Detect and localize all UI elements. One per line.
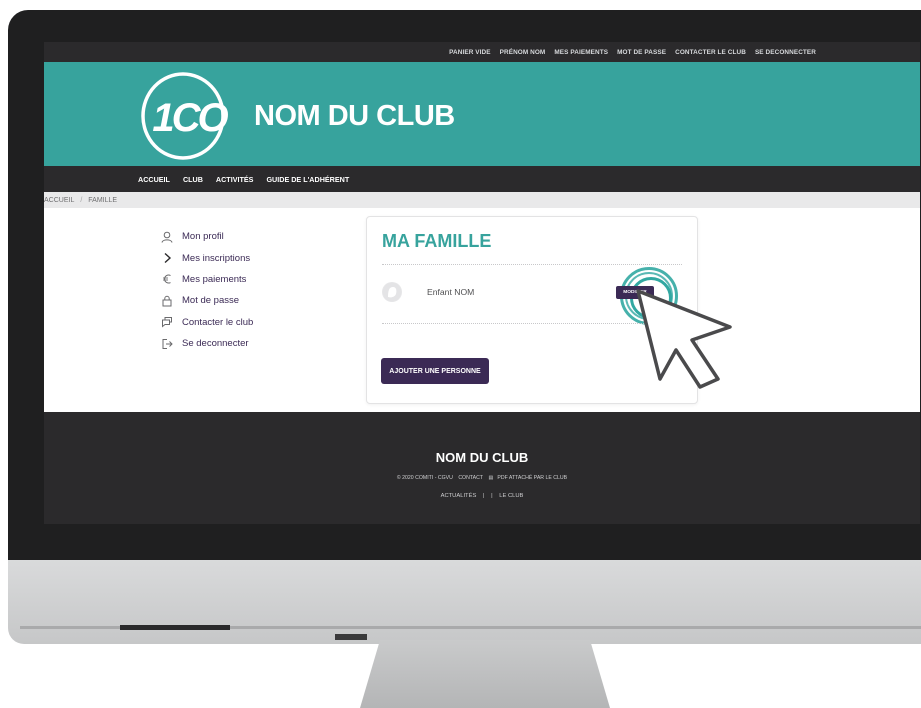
euro-icon [160,272,174,286]
mouse-cursor-icon [636,289,732,389]
topbar-link-cart[interactable]: PANIER VIDE [449,49,490,56]
user-icon [160,230,174,244]
breadcrumb-home[interactable]: ACCUEIL [44,197,74,204]
footer-divider: | [491,493,493,499]
main-nav: ACCUEIL CLUB ACTIVITÉS GUIDE DE L'ADHÉRE… [44,166,920,192]
menu-item-logout[interactable]: Se deconnecter [160,333,253,354]
topbar-link-contact[interactable]: CONTACTER LE CLUB [675,49,746,56]
menu-item-label: Mes inscriptions [182,252,251,264]
menu-item-contact[interactable]: Contacter le club [160,312,253,333]
menu-item-label: Mon profil [182,231,224,243]
chat-icon [160,315,174,329]
topbar-link-payments[interactable]: MES PAIEMENTS [554,49,608,56]
logout-icon [160,337,174,351]
pdf-icon: ▤ [488,475,494,481]
chevron-right-icon [160,251,174,265]
nav-item-guide[interactable]: GUIDE DE L'ADHÉRENT [266,175,349,184]
top-utility-bar: PANIER VIDE PRÉNOM NOM MES PAIEMENTS MOT… [44,42,920,62]
monitor-chin-detail [120,625,230,630]
footer-nav: ACTUALITÉS | | LE CLUB [44,493,920,499]
monitor-chin [8,560,921,644]
breadcrumb-current: FAMILLE [88,196,118,204]
menu-item-payments[interactable]: Mes paiements [160,269,253,290]
menu-item-label: Se deconnecter [182,338,249,350]
footer-contact-link[interactable]: CONTACT [458,475,483,481]
nav-item-activities[interactable]: ACTIVITÉS [216,175,254,184]
footer-divider: | [482,493,485,499]
add-person-button[interactable]: AJOUTER UNE PERSONNE [381,358,489,384]
monitor-chin-detail [335,634,367,640]
avatar [382,282,402,302]
menu-item-label: Contacter le club [182,316,254,328]
monitor-stand [360,640,610,708]
club-name: NOM DU CLUB [254,100,455,132]
club-logo[interactable]: 1CO [140,69,234,163]
footer-title: NOM DU CLUB [435,450,529,465]
footer-club-link[interactable]: LE CLUB [499,493,523,499]
lock-icon [160,294,174,308]
menu-item-profile[interactable]: Mon profil [160,226,253,247]
breadcrumb: ACCUEIL / FAMILLE [44,192,920,208]
header-banner: 1CO NOM DU CLUB [44,62,920,166]
member-name: Enfant NOM [427,287,475,297]
main-content: Mon profil Mes inscriptions Mes paiement… [44,208,920,412]
divider [382,264,682,265]
topbar-link-password[interactable]: MOT DE PASSE [617,49,666,56]
footer-links: © 2020 COMITI - CGVU CONTACT ▤ PDF ATTACH… [44,475,920,481]
screen: PANIER VIDE PRÉNOM NOM MES PAIEMENTS MOT… [44,42,920,524]
account-menu: Mon profil Mes inscriptions Mes paiement… [160,226,253,354]
footer-pdf-link[interactable]: PDF ATTACHÉ PAR LE CLUB [497,475,567,481]
topbar-link-user[interactable]: PRÉNOM NOM [500,49,546,56]
logo-text: 1CO [152,96,228,140]
nav-item-home[interactable]: ACCUEIL [138,175,170,184]
page-title: MA FAMILLE [382,231,492,251]
breadcrumb-separator: / [80,196,83,204]
menu-item-label: Mes paiements [182,273,247,285]
footer-copyright[interactable]: © 2020 COMITI - CGVU [397,475,453,481]
nav-item-club[interactable]: CLUB [183,175,203,184]
menu-item-label: Mot de passe [182,295,240,307]
footer-news-link[interactable]: ACTUALITÉS [441,493,477,499]
footer: NOM DU CLUB © 2020 COMITI - CGVU CONTACT… [44,412,920,524]
menu-item-registrations[interactable]: Mes inscriptions [160,247,253,268]
menu-item-password[interactable]: Mot de passe [160,290,253,311]
topbar-link-logout[interactable]: SE DECONNECTER [755,49,816,56]
